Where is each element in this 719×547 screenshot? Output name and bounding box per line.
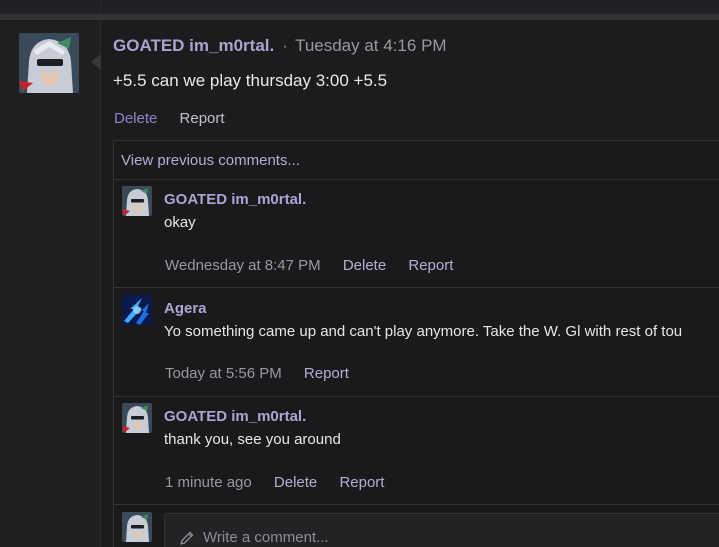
comment-author-name[interactable]: GOATED im_m0rtal. — [164, 191, 306, 208]
post-actions: Delete Report — [114, 110, 225, 127]
current-user-avatar — [122, 512, 152, 542]
post-delete-link[interactable]: Delete — [114, 110, 157, 127]
comment-text: thank you, see you around — [164, 431, 341, 448]
avatar-image — [122, 512, 152, 542]
comment-author-name[interactable]: GOATED im_m0rtal. — [164, 408, 306, 425]
post-pointer — [91, 54, 101, 70]
comment-author-avatar[interactable] — [122, 403, 152, 433]
comment-author-name[interactable]: Agera — [164, 300, 207, 317]
avatar-image — [122, 186, 152, 216]
top-bar — [0, 0, 719, 14]
avatar-image — [122, 295, 152, 325]
comment-actions: Wednesday at 8:47 PM Delete Report — [165, 257, 453, 274]
comment-divider — [114, 504, 719, 505]
comment-text: okay — [164, 214, 196, 231]
write-comment-placeholder: Write a comment... — [180, 529, 329, 546]
post-header: GOATED im_m0rtal. · Tuesday at 4:16 PM — [113, 36, 447, 56]
comment-divider — [114, 179, 719, 180]
write-comment-placeholder-text: Write a comment... — [203, 529, 329, 546]
post-timestamp[interactable]: Tuesday at 4:16 PM — [295, 36, 447, 55]
comment-actions: Today at 5:56 PM Report — [165, 365, 349, 382]
avatar-image — [122, 403, 152, 433]
comment-report-link[interactable]: Report — [408, 257, 453, 274]
header-separator: · — [281, 36, 288, 55]
post-author-name[interactable]: GOATED im_m0rtal. — [113, 36, 274, 55]
comment-timestamp[interactable]: 1 minute ago — [165, 474, 252, 491]
top-bar-separator — [100, 0, 101, 14]
comment-report-link[interactable]: Report — [339, 474, 384, 491]
post-body: +5.5 can we play thursday 3:00 +5.5 — [113, 71, 388, 90]
avatar-image — [19, 33, 79, 93]
comment-delete-link[interactable]: Delete — [274, 474, 317, 491]
comment-delete-link[interactable]: Delete — [343, 257, 386, 274]
post-author-avatar[interactable] — [19, 33, 79, 93]
comment-report-link[interactable]: Report — [304, 365, 349, 382]
comment-actions: 1 minute ago Delete Report — [165, 474, 384, 491]
comment-timestamp[interactable]: Today at 5:56 PM — [165, 365, 282, 382]
comment-divider — [114, 287, 719, 288]
comment-divider — [114, 396, 719, 397]
view-previous-comments-link[interactable]: View previous comments... — [121, 152, 300, 169]
comment-author-avatar[interactable] — [122, 186, 152, 216]
comment-text: Yo something came up and can't play anym… — [164, 323, 683, 340]
comment-author-avatar[interactable] — [122, 295, 152, 325]
comment-timestamp[interactable]: Wednesday at 8:47 PM — [165, 257, 321, 274]
left-column — [0, 20, 101, 547]
post-report-link[interactable]: Report — [180, 110, 225, 127]
